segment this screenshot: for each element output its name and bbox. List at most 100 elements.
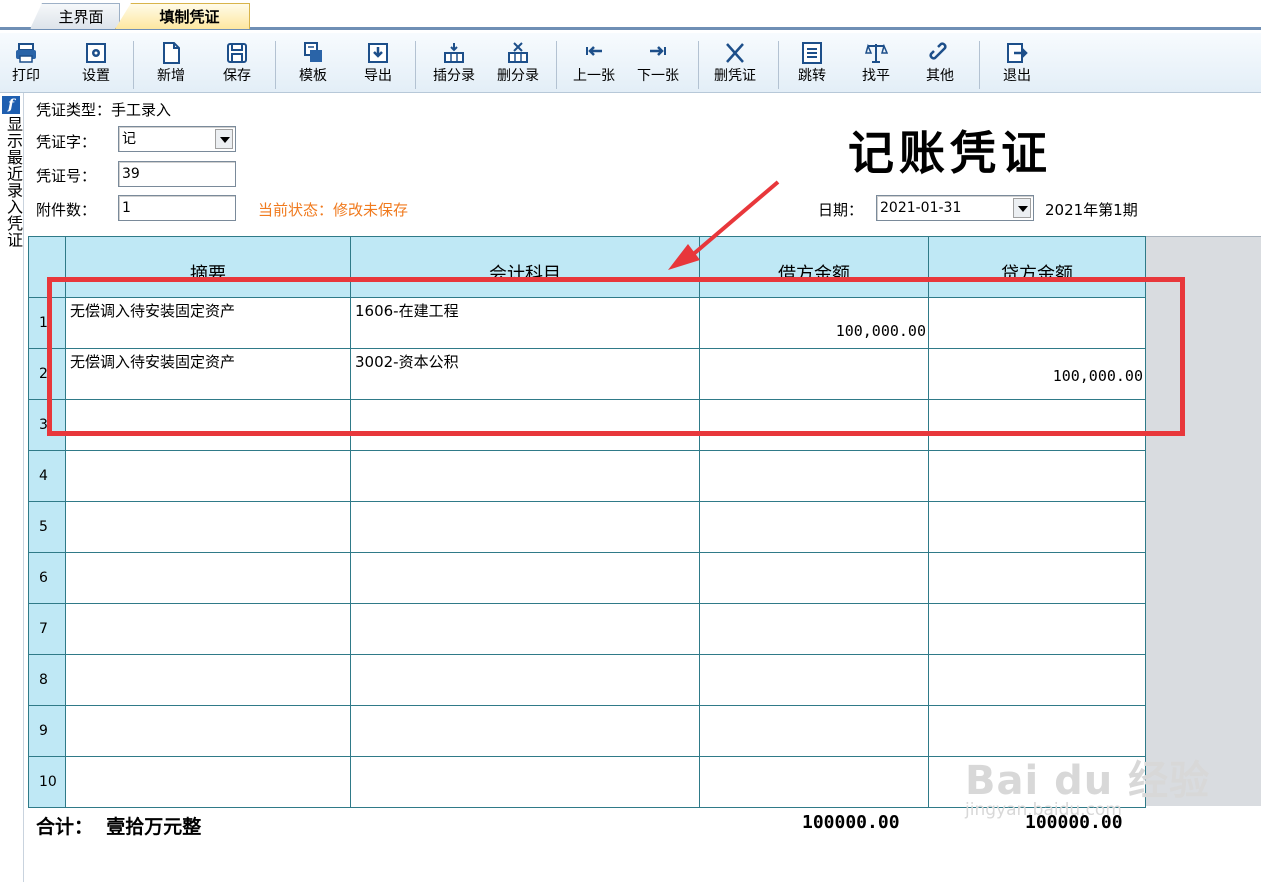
summary-cell[interactable] bbox=[65, 399, 351, 451]
summary-cell[interactable]: 无偿调入待安装固定资产 bbox=[65, 297, 351, 349]
credit-cell[interactable] bbox=[928, 450, 1146, 502]
debit-cell[interactable] bbox=[699, 450, 929, 502]
debit-cell[interactable] bbox=[699, 603, 929, 655]
row-number: 1 bbox=[28, 297, 66, 349]
date-picker[interactable]: 2021-01-31 bbox=[876, 195, 1034, 221]
row-number: 6 bbox=[28, 552, 66, 604]
other-button[interactable]: 其他 bbox=[919, 39, 961, 91]
voucher-window: 主界面 填制凭证 打印 设置 新增 保存 模板 导出 插分录 删分录 上一张 下… bbox=[0, 0, 1261, 882]
balance-button[interactable]: 找平 bbox=[855, 39, 897, 91]
credit-cell[interactable]: 100,000.00 bbox=[928, 348, 1146, 400]
account-cell[interactable]: 1606-在建工程 bbox=[350, 297, 700, 349]
debit-cell[interactable]: 100,000.00 bbox=[699, 297, 929, 349]
debit-cell[interactable] bbox=[699, 348, 929, 400]
debit-cell[interactable] bbox=[699, 705, 929, 757]
export-button[interactable]: 导出 bbox=[357, 39, 399, 91]
link-icon bbox=[919, 39, 961, 67]
summary-cell[interactable]: 无偿调入待安装固定资产 bbox=[65, 348, 351, 400]
delete-row-icon bbox=[489, 39, 547, 67]
delete-voucher-button[interactable]: 删凭证 bbox=[706, 39, 764, 91]
account-cell[interactable]: 3002-资本公积 bbox=[350, 348, 700, 400]
table-row: 10 bbox=[28, 756, 1146, 808]
print-button[interactable]: 打印 bbox=[6, 39, 46, 91]
recent-vouchers-strip[interactable]: f 显示最近录入凭证 bbox=[0, 93, 24, 882]
account-cell[interactable] bbox=[350, 705, 700, 757]
account-cell[interactable] bbox=[350, 756, 700, 808]
credit-cell[interactable] bbox=[928, 756, 1146, 808]
table-row: 5 bbox=[28, 501, 1146, 553]
previous-button[interactable]: 上一张 bbox=[566, 39, 622, 91]
attachments-field[interactable]: 1 bbox=[118, 195, 236, 221]
summary-cell[interactable] bbox=[65, 501, 351, 553]
table-row: 9 bbox=[28, 705, 1146, 757]
debit-cell[interactable] bbox=[699, 501, 929, 553]
exit-button[interactable]: 退出 bbox=[996, 39, 1038, 91]
status-text: 当前状态：修改未保存 bbox=[258, 201, 409, 219]
tab-main[interactable]: 主界面 bbox=[30, 3, 120, 29]
account-cell[interactable] bbox=[350, 603, 700, 655]
account-cell[interactable] bbox=[350, 654, 700, 706]
debit-cell[interactable] bbox=[699, 552, 929, 604]
template-icon bbox=[292, 39, 334, 67]
row-number: 3 bbox=[28, 399, 66, 451]
credit-cell[interactable] bbox=[928, 654, 1146, 706]
insert-row-icon bbox=[425, 39, 483, 67]
summary-cell[interactable] bbox=[65, 450, 351, 502]
settings-button[interactable]: 设置 bbox=[76, 39, 116, 91]
chevron-down-icon[interactable] bbox=[215, 129, 233, 149]
credit-cell[interactable] bbox=[928, 297, 1146, 349]
jump-icon bbox=[791, 39, 833, 67]
summary-cell[interactable] bbox=[65, 705, 351, 757]
row-number: 5 bbox=[28, 501, 66, 553]
period-text: 2021年第1期 bbox=[1045, 201, 1138, 219]
voucher-word-select[interactable]: 记 bbox=[118, 126, 236, 152]
new-button[interactable]: 新增 bbox=[150, 39, 192, 91]
function-icon: f bbox=[2, 96, 20, 114]
debit-cell[interactable] bbox=[699, 654, 929, 706]
row-number: 7 bbox=[28, 603, 66, 655]
summary-cell[interactable] bbox=[65, 654, 351, 706]
toolbar-divider bbox=[698, 41, 699, 89]
chevron-down-icon[interactable] bbox=[1013, 198, 1031, 218]
debit-cell[interactable] bbox=[699, 756, 929, 808]
row-number: 4 bbox=[28, 450, 66, 502]
tab-fill-voucher[interactable]: 填制凭证 bbox=[115, 3, 250, 29]
template-button[interactable]: 模板 bbox=[292, 39, 334, 91]
recent-vouchers-label: 显示最近录入凭证 bbox=[4, 116, 23, 248]
credit-cell[interactable] bbox=[928, 705, 1146, 757]
delete-entry-button[interactable]: 删分录 bbox=[489, 39, 547, 91]
summary-cell[interactable] bbox=[65, 552, 351, 604]
voucher-number-field[interactable]: 39 bbox=[118, 161, 236, 187]
total-debit: 100000.00 bbox=[802, 812, 900, 833]
voucher-entries-table: 摘要 会计科目 借方金额 贷方金额 1 无偿调入待安装固定资产 1606-在建工程 1… bbox=[28, 236, 1146, 808]
debit-cell[interactable] bbox=[699, 399, 929, 451]
next-button[interactable]: 下一张 bbox=[630, 39, 686, 91]
grid-empty-area bbox=[1146, 236, 1261, 806]
credit-cell[interactable] bbox=[928, 552, 1146, 604]
toolbar-divider bbox=[133, 41, 134, 89]
tab-bar: 主界面 填制凭证 bbox=[0, 0, 1261, 30]
column-header-summary: 摘要 bbox=[65, 236, 351, 298]
voucher-title: 记账凭证 bbox=[848, 126, 1052, 180]
table-row: 2 无偿调入待安装固定资产 3002-资本公积 100,000.00 bbox=[28, 348, 1146, 400]
account-cell[interactable] bbox=[350, 450, 700, 502]
credit-cell[interactable] bbox=[928, 399, 1146, 451]
account-cell[interactable] bbox=[350, 399, 700, 451]
summary-cell[interactable] bbox=[65, 603, 351, 655]
account-cell[interactable] bbox=[350, 552, 700, 604]
voucher-word-label: 凭证字： bbox=[36, 133, 97, 151]
table-row: 4 bbox=[28, 450, 1146, 502]
column-header-credit: 贷方金额 bbox=[928, 236, 1146, 298]
save-button[interactable]: 保存 bbox=[216, 39, 258, 91]
printer-icon bbox=[6, 39, 46, 67]
jump-button[interactable]: 跳转 bbox=[791, 39, 833, 91]
insert-entry-button[interactable]: 插分录 bbox=[425, 39, 483, 91]
credit-cell[interactable] bbox=[928, 603, 1146, 655]
new-document-icon bbox=[150, 39, 192, 67]
summary-cell[interactable] bbox=[65, 756, 351, 808]
credit-cell[interactable] bbox=[928, 501, 1146, 553]
toolbar-divider bbox=[415, 41, 416, 89]
table-row: 8 bbox=[28, 654, 1146, 706]
arrow-right-icon bbox=[630, 39, 686, 67]
account-cell[interactable] bbox=[350, 501, 700, 553]
